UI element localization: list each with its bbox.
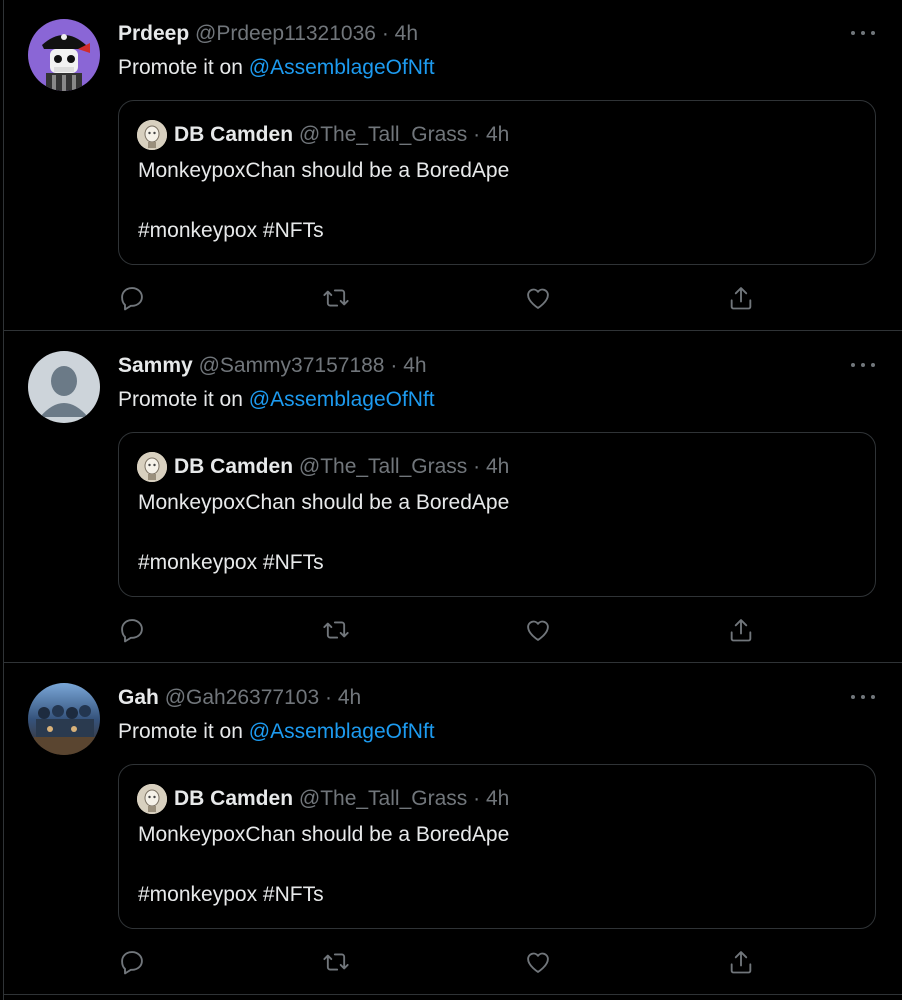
quoted-display-name: DB Camden [174,123,294,146]
tweet[interactable]: Gah @Gah26377103 · 4h Promote it on @Ass… [4,664,902,995]
quoted-tweet[interactable]: DB Camden @The_Tall_Grass · 4h Monkeypox… [118,100,876,265]
retweet-icon[interactable] [322,284,350,312]
mention-link[interactable]: @AssemblageOfNft [249,56,435,79]
separator-dot: · [381,22,389,45]
mention-link[interactable]: @AssemblageOfNft [249,388,435,411]
quoted-handle: @The_Tall_Grass [298,787,468,810]
separator-dot: · [473,455,481,478]
mention-link[interactable]: @AssemblageOfNft [249,720,435,743]
avatar[interactable] [28,683,100,755]
more-options-icon[interactable] [850,354,876,374]
tweet-text: Promote it on @AssemblageOfNft [118,719,435,745]
quoted-header: DB Camden @The_Tall_Grass · 4h [174,453,509,481]
quoted-tweet[interactable]: DB Camden @The_Tall_Grass · 4h Monkeypox… [118,432,876,597]
tweet-header: Gah @Gah26377103 · 4h [118,685,361,711]
reply-icon[interactable] [118,616,146,644]
quoted-avatar [137,120,167,150]
like-icon[interactable] [524,284,552,312]
tweet-text: Promote it on @AssemblageOfNft [118,387,435,413]
quoted-text: MonkeypoxChan should be a BoredApe [138,159,510,182]
quoted-hashtags: #monkeypox #NFTs [138,883,324,906]
reply-icon[interactable] [118,948,146,976]
tweet-text-content: Promote it on [118,388,243,411]
separator-dot: · [324,686,332,709]
quoted-hashtags: #monkeypox #NFTs [138,219,324,242]
retweet-icon[interactable] [322,616,350,644]
more-options-icon[interactable] [850,686,876,706]
share-icon[interactable] [727,616,755,644]
tweet[interactable]: Prdeep @Prdeep11321036 · 4h Promote it o… [4,0,902,331]
tweet-header: Prdeep @Prdeep11321036 · 4h [118,21,418,47]
quoted-header: DB Camden @The_Tall_Grass · 4h [174,121,509,149]
quoted-tweet[interactable]: DB Camden @The_Tall_Grass · 4h Monkeypox… [118,764,876,929]
display-name[interactable]: Sammy [118,354,193,377]
like-icon[interactable] [524,616,552,644]
quoted-text: MonkeypoxChan should be a BoredApe [138,823,510,846]
more-options-icon[interactable] [850,22,876,42]
reply-icon[interactable] [118,284,146,312]
timestamp[interactable]: 4h [338,686,361,709]
timestamp[interactable]: 4h [403,354,426,377]
quoted-display-name: DB Camden [174,455,294,478]
quoted-handle: @The_Tall_Grass [298,123,468,146]
separator-dot: · [390,354,398,377]
tweet-text: Promote it on @AssemblageOfNft [118,55,435,81]
user-handle[interactable]: @Sammy37157188 [199,354,385,377]
avatar[interactable] [28,351,100,423]
avatar[interactable] [28,19,100,91]
separator-dot: · [473,787,481,810]
quoted-timestamp: 4h [485,455,510,478]
quoted-text: MonkeypoxChan should be a BoredApe [138,491,510,514]
tweet-text-content: Promote it on [118,720,243,743]
timestamp[interactable]: 4h [395,22,418,45]
tweet[interactable]: Sammy @Sammy37157188 · 4h Promote it on … [4,332,902,663]
quoted-avatar [137,452,167,482]
tweet-header: Sammy @Sammy37157188 · 4h [118,353,427,379]
quoted-hashtags: #monkeypox #NFTs [138,551,324,574]
user-handle[interactable]: @Prdeep11321036 [195,22,376,45]
separator-dot: · [473,123,481,146]
quoted-header: DB Camden @The_Tall_Grass · 4h [174,785,509,813]
user-handle[interactable]: @Gah26377103 [165,686,319,709]
tweet-text-content: Promote it on [118,56,243,79]
quoted-timestamp: 4h [485,787,510,810]
quoted-timestamp: 4h [485,123,510,146]
like-icon[interactable] [524,948,552,976]
retweet-icon[interactable] [322,948,350,976]
display-name[interactable]: Gah [118,686,159,709]
quoted-avatar [137,784,167,814]
share-icon[interactable] [727,948,755,976]
quoted-handle: @The_Tall_Grass [298,455,468,478]
share-icon[interactable] [727,284,755,312]
display-name[interactable]: Prdeep [118,22,189,45]
quoted-display-name: DB Camden [174,787,294,810]
